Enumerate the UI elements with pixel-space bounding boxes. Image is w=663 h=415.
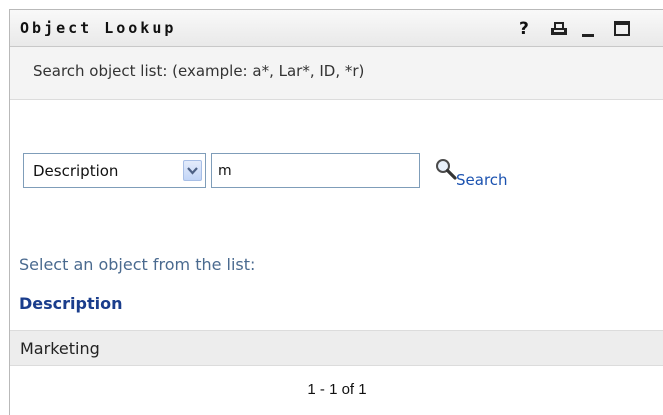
search-input[interactable] (211, 153, 420, 188)
title-bar: Object Lookup ? (10, 10, 663, 47)
list-item[interactable]: Marketing (10, 330, 663, 366)
minimize-icon[interactable] (581, 18, 595, 40)
select-object-prompt: Select an object from the list: (19, 255, 256, 274)
magnifier-icon (436, 159, 457, 180)
print-icon[interactable] (551, 18, 567, 40)
help-icon[interactable]: ? (519, 18, 533, 40)
maximize-icon[interactable] (614, 18, 630, 40)
chevron-down-icon[interactable] (183, 160, 202, 181)
search-field-select[interactable]: Description (23, 153, 206, 188)
search-button-label: Search (456, 171, 508, 189)
window-title: Object Lookup (20, 19, 177, 37)
pagination-status: 1 - 1 of 1 (307, 381, 367, 398)
search-field-selected-value: Description (33, 162, 119, 180)
search-row: Description Search (10, 153, 663, 193)
search-hint-bar: Search object list: (example: a*, Lar*, … (10, 47, 663, 100)
search-hint-text: Search object list: (example: a*, Lar*, … (33, 62, 365, 80)
list-item-description: Marketing (20, 339, 100, 358)
column-header-description[interactable]: Description (19, 294, 122, 313)
object-lookup-window: Object Lookup ? Search object list: (exa… (9, 9, 663, 415)
